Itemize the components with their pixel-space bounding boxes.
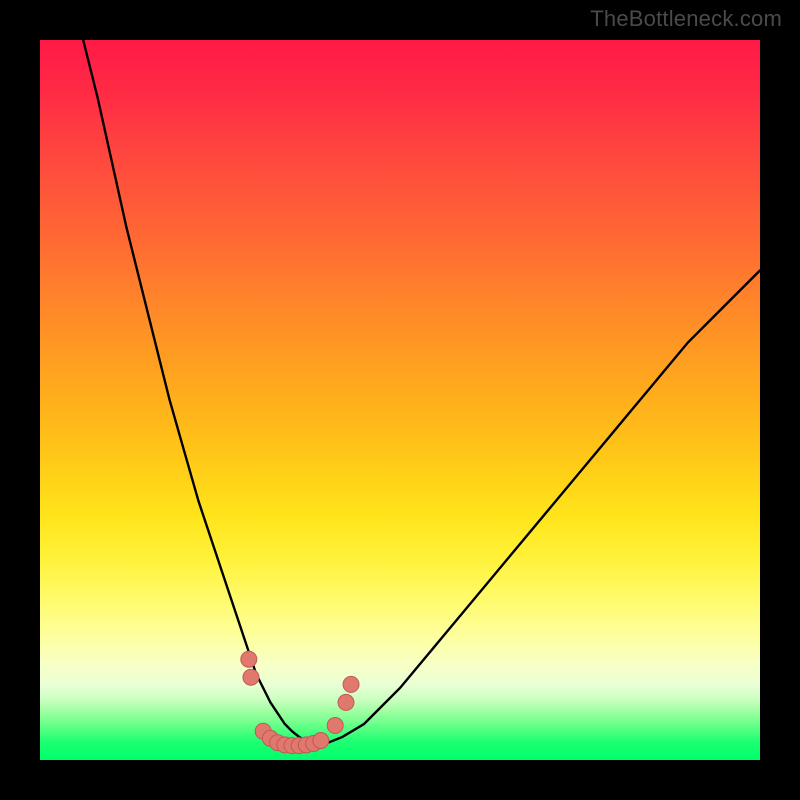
- chart-svg: [40, 40, 760, 760]
- curve-marker: [343, 676, 359, 692]
- bottleneck-curve-line: [83, 40, 760, 743]
- watermark-text: TheBottleneck.com: [590, 6, 782, 32]
- plot-area: [40, 40, 760, 760]
- curve-marker: [327, 717, 343, 733]
- curve-marker: [243, 669, 259, 685]
- curve-marker: [241, 651, 257, 667]
- curve-marker: [338, 694, 354, 710]
- chart-frame: TheBottleneck.com: [0, 0, 800, 800]
- curve-marker: [313, 733, 329, 749]
